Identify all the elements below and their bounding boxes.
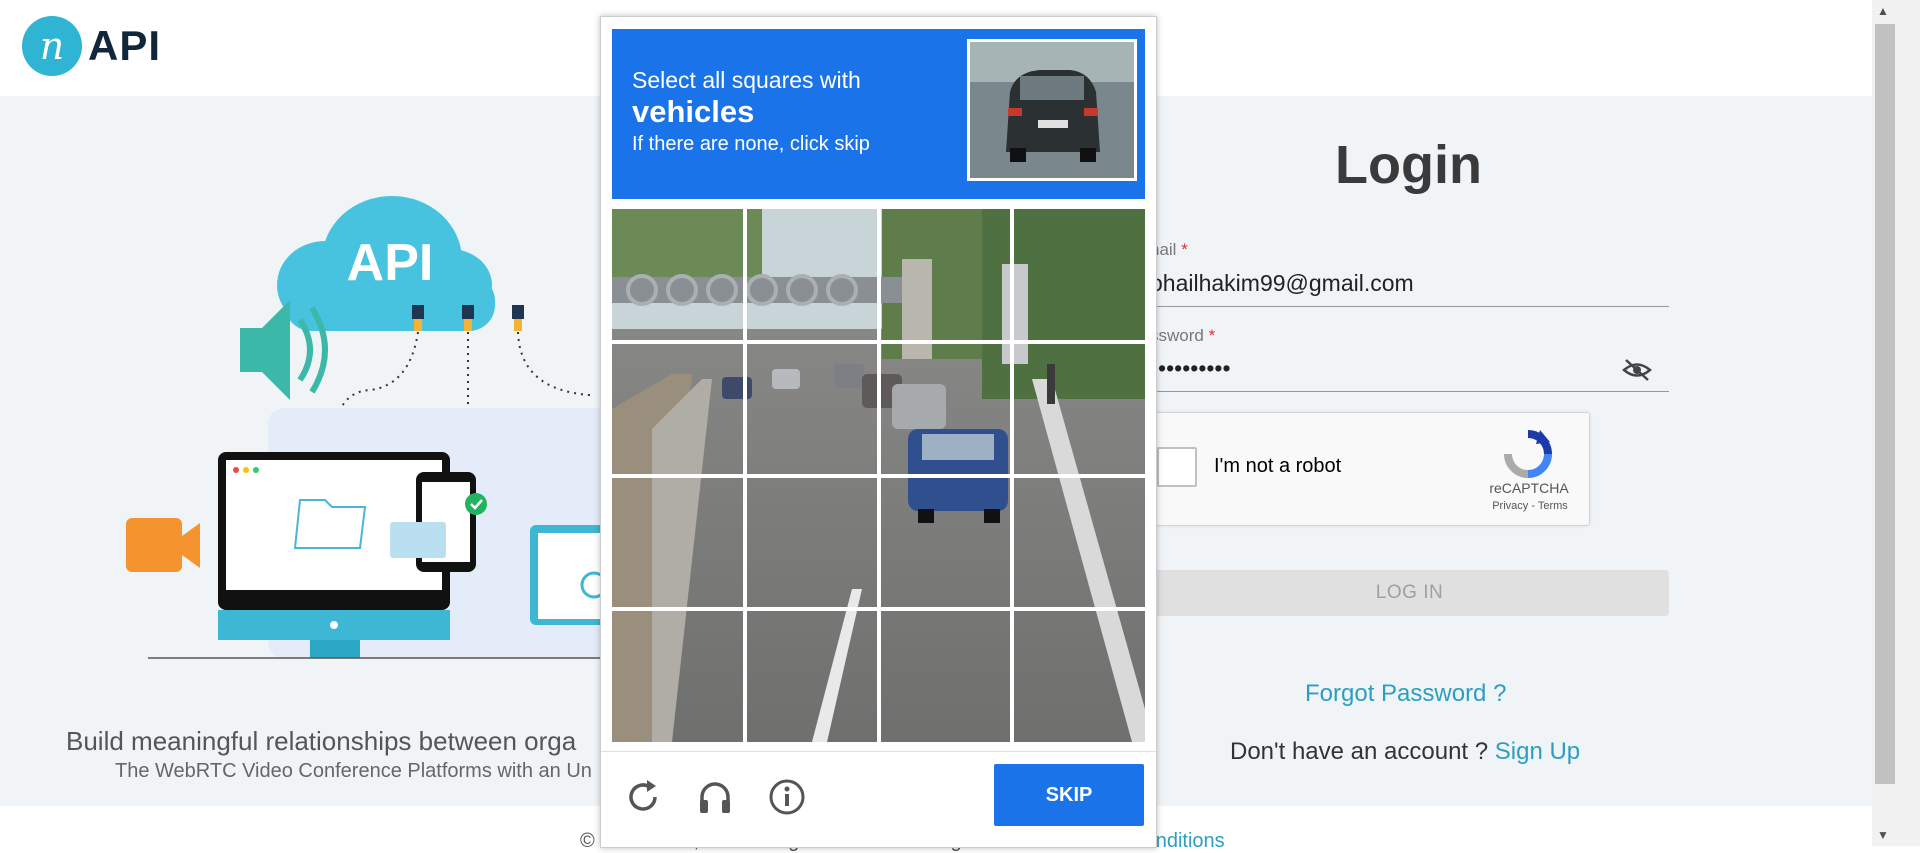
camera-icon xyxy=(126,518,200,572)
recaptcha-checkbox[interactable] xyxy=(1157,447,1197,487)
captcha-image-grid[interactable] xyxy=(612,209,1145,742)
captcha-divider xyxy=(601,751,1156,752)
captcha-target: vehicles xyxy=(632,94,755,129)
scroll-down-arrow-icon[interactable]: ▼ xyxy=(1877,828,1889,842)
password-label: ssword * xyxy=(1150,326,1215,346)
audio-icon[interactable] xyxy=(695,777,735,817)
reload-icon[interactable] xyxy=(623,777,663,817)
required-mark: * xyxy=(1208,326,1216,345)
captcha-hint: If there are none, click skip xyxy=(632,133,870,155)
recaptcha-terms-link[interactable]: Privacy - Terms xyxy=(1480,500,1580,512)
logo-mark: n xyxy=(22,16,82,76)
scrollbar-thumb[interactable] xyxy=(1875,24,1895,784)
recaptcha-brand: reCAPTCHA xyxy=(1489,480,1569,496)
login-title: Login xyxy=(1335,135,1482,195)
signup-row: Don't have an account ? Sign Up xyxy=(1230,738,1580,766)
required-mark: * xyxy=(1181,240,1188,259)
skip-button[interactable]: SKIP xyxy=(994,764,1144,826)
recaptcha-label: I'm not a robot xyxy=(1214,455,1342,477)
captcha-sample-image xyxy=(967,39,1137,181)
visibility-off-icon[interactable] xyxy=(1622,357,1652,383)
captcha-instruction: Select all squares with xyxy=(632,67,861,93)
password-label-text: ssword xyxy=(1150,326,1204,345)
no-account-text: Don't have an account ? xyxy=(1230,738,1495,765)
cloud-label: API xyxy=(347,234,434,292)
forgot-password-link[interactable]: Forgot Password ? xyxy=(1305,680,1506,708)
login-button[interactable]: LOG IN xyxy=(1150,570,1669,616)
email-underline xyxy=(1150,306,1669,307)
email-field[interactable]: ohailhakim99@gmail.com xyxy=(1150,270,1414,297)
hero-illustration: API xyxy=(126,196,640,659)
recaptcha-logo-icon xyxy=(1504,430,1552,478)
signup-link[interactable]: Sign Up xyxy=(1495,738,1580,765)
captcha-challenge-dialog: Select all squares with vehicles If ther… xyxy=(600,16,1157,848)
subtagline: The WebRTC Video Conference Platforms wi… xyxy=(115,760,592,782)
captcha-header: Select all squares with vehicles If ther… xyxy=(612,29,1145,199)
logo-text: API xyxy=(88,22,162,69)
tagline: Build meaningful relationships between o… xyxy=(66,726,577,756)
password-underline xyxy=(1150,391,1669,392)
site-logo[interactable]: n API xyxy=(22,16,161,76)
password-field[interactable]: •••••••••• xyxy=(1150,355,1231,382)
info-icon[interactable] xyxy=(767,777,807,817)
scroll-up-arrow-icon[interactable]: ▲ xyxy=(1877,4,1889,18)
